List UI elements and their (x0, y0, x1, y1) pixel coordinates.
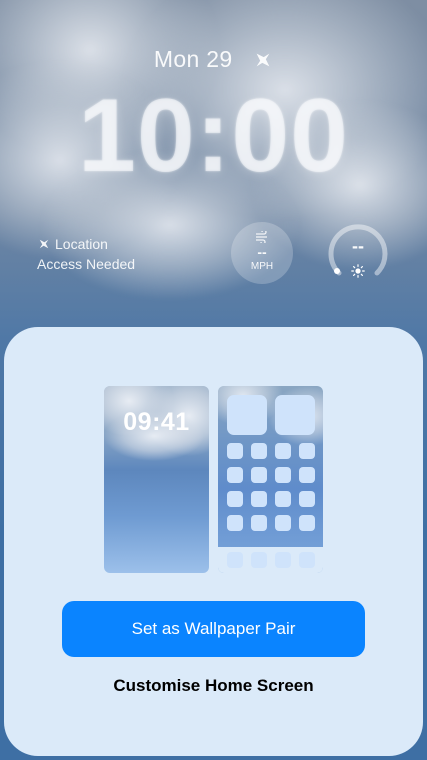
set-wallpaper-pair-button[interactable]: Set as Wallpaper Pair (62, 601, 365, 657)
app-icon-tile (227, 467, 243, 483)
app-icon-tile (227, 443, 243, 459)
widget-tile (275, 395, 315, 435)
app-icon-tile (275, 491, 291, 507)
wallpaper-sheet: 09:41 Set as Wallpaper Pair Customise Ho… (4, 327, 423, 756)
app-icon-tile (275, 443, 291, 459)
airplane-icon (253, 49, 273, 76)
dock-icon-tile (299, 552, 315, 568)
app-icon-tile (275, 467, 291, 483)
home-screen-preview[interactable] (218, 386, 323, 573)
app-icon-tile (227, 515, 243, 531)
lock-clock: 10:00 (78, 78, 349, 194)
app-icon-tile (251, 491, 267, 507)
preview-dock (218, 547, 323, 573)
app-icon-tile (251, 443, 267, 459)
date-text: Mon 29 (153, 46, 233, 72)
app-icon-tile (299, 443, 315, 459)
dock-icon-tile (251, 552, 267, 568)
app-icon-tile (299, 467, 315, 483)
lock-screen: Mon 29 10:00 Location Access Needed -- M… (0, 0, 427, 760)
gauge-widget[interactable]: -- (325, 220, 391, 286)
lock-date: Mon 29 (0, 46, 427, 76)
app-icon-tile (227, 491, 243, 507)
preview-time: 09:41 (123, 408, 190, 436)
wind-unit: MPH (250, 261, 274, 272)
sun-icon (351, 264, 365, 283)
app-icon-tile (275, 515, 291, 531)
wind-widget[interactable]: -- MPH (231, 222, 293, 284)
app-icon-tile (299, 515, 315, 531)
app-icon-tile (299, 491, 315, 507)
wind-value: -- (257, 244, 267, 260)
app-icon-tile (251, 515, 267, 531)
location-widget[interactable]: Location Access Needed (37, 235, 135, 273)
location-widget-subtitle: Access Needed (37, 256, 136, 272)
customise-home-screen-button[interactable]: Customise Home Screen (4, 676, 423, 696)
location-widget-title: Location (55, 236, 108, 252)
lock-screen-preview[interactable]: 09:41 (104, 386, 209, 573)
gauge-value: -- (352, 236, 364, 256)
widget-tile (227, 395, 267, 435)
dock-icon-tile (275, 552, 291, 568)
dock-icon-tile (227, 552, 243, 568)
location-off-icon (37, 237, 51, 255)
app-icon-tile (251, 467, 267, 483)
